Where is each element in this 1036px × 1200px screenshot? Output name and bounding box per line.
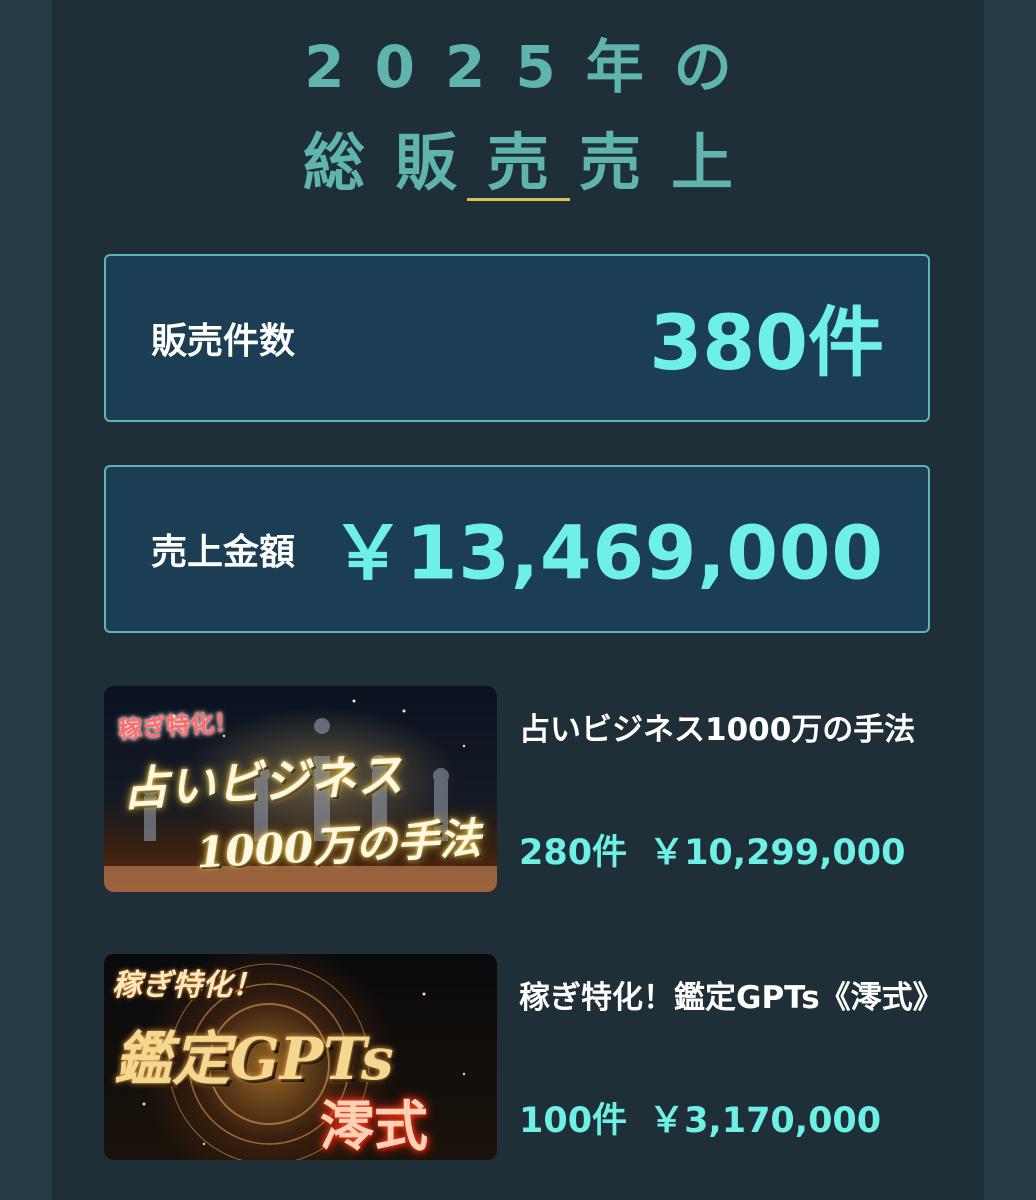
product-item[interactable]: 稼ぎ特化！ 占いビジネス 1000万の手法 占いビジネス1000万の手法 280…: [104, 686, 930, 892]
sales-count-box: 販売件数 380件: [104, 254, 930, 422]
thumbnail-subtitle: 澪式: [320, 1094, 428, 1158]
sales-amount-value: ￥13,469,000: [330, 510, 884, 597]
product-item[interactable]: 稼ぎ特化！ 鑑定GPTs 澪式 稼ぎ特化！鑑定GPTs《澪式》 100件 ￥3,1…: [104, 954, 944, 1160]
product-thumbnail[interactable]: 稼ぎ特化！ 鑑定GPTs 澪式: [104, 954, 497, 1160]
product-amount: ￥3,170,000: [649, 1101, 882, 1141]
product-name[interactable]: 占いビジネス1000万の手法: [519, 706, 939, 754]
product-stats: 280件 ￥10,299,000: [519, 824, 905, 875]
title-underline: [467, 198, 570, 201]
sales-amount-box: 売上金額 ￥13,469,000: [104, 465, 930, 633]
sales-count-value: 380件: [649, 297, 884, 387]
product-stats: 100件 ￥3,170,000: [519, 1092, 881, 1143]
thumbnail-tag: 稼ぎ特化！: [112, 968, 262, 1003]
product-thumbnail[interactable]: 稼ぎ特化！ 占いビジネス 1000万の手法: [104, 686, 497, 892]
sales-summary-page: 2025年の 総販売売上 販売件数 380件 売上金額 ￥13,469,000: [0, 0, 1036, 1200]
page-title-year: 2025年の: [304, 33, 762, 101]
page-title-sales: 総販売売上: [302, 126, 763, 199]
product-count: 100件: [519, 1101, 628, 1141]
product-count: 280件: [519, 833, 628, 873]
sales-count-label: 販売件数: [151, 321, 296, 362]
product-amount: ￥10,299,000: [649, 833, 906, 873]
product-name[interactable]: 稼ぎ特化！鑑定GPTs《澪式》: [519, 974, 944, 1022]
sales-amount-label: 売上金額: [151, 532, 296, 573]
